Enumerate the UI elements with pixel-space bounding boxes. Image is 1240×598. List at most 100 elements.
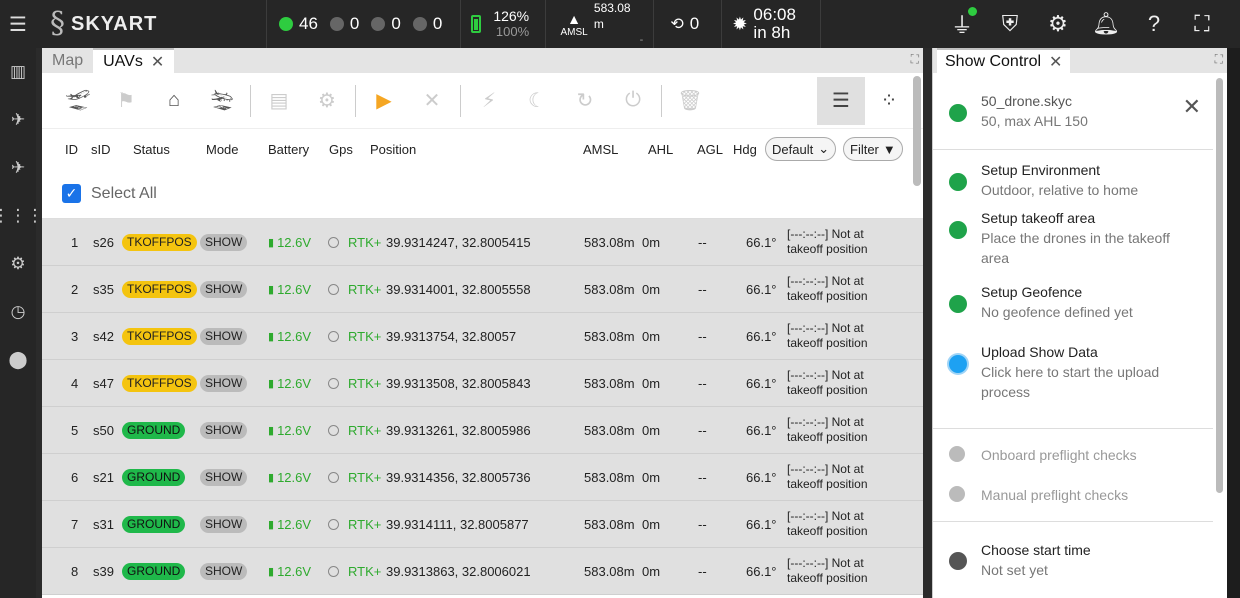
- grid-icon[interactable]: ⋮⋮⋮: [0, 192, 44, 240]
- show-file[interactable]: 50_drone.skyc 50, max AHL 150 ✕: [933, 73, 1213, 149]
- select-all-checkbox[interactable]: ✓: [62, 184, 81, 203]
- map-icon[interactable]: ▥: [0, 48, 36, 96]
- power-icon[interactable]: ⏻: [609, 77, 657, 125]
- land-icon[interactable]: 🛬︎: [198, 77, 246, 125]
- setup-step[interactable]: Setup Geofence No geofence defined yet: [933, 282, 1181, 342]
- help-icon[interactable]: ?: [1130, 0, 1178, 48]
- uav-icon[interactable]: ✈: [0, 96, 36, 144]
- setup-step[interactable]: Setup takeoff area Place the drones in th…: [933, 208, 1181, 282]
- uav-sid: s42: [93, 328, 114, 344]
- flag-icon[interactable]: ⚑: [102, 77, 150, 125]
- setup-step[interactable]: Setup Environment Outdoor, relative to ho…: [933, 160, 1181, 208]
- settings-icon[interactable]: ⚙: [0, 240, 36, 288]
- close-icon[interactable]: ✕: [151, 52, 164, 72]
- battery-icon: ▮: [268, 236, 275, 249]
- tab-map[interactable]: Map: [42, 48, 93, 73]
- table-row[interactable]: 1 s26 TKOFFPOS SHOW ▮ 12.6V RTK+ 39.9314247, 32…: [42, 219, 923, 266]
- col-amsl[interactable]: AMSL: [583, 142, 618, 157]
- table-row[interactable]: 3 s42 TKOFFPOS SHOW ▮ 12.6V RTK+ 39.9313754, 32…: [42, 313, 923, 360]
- uav-heading: 66.1°: [746, 281, 777, 297]
- sleep-icon[interactable]: ☾: [513, 77, 561, 125]
- show-steps: 50_drone.skyc 50, max AHL 150 ✕ Setup En…: [933, 73, 1213, 598]
- col-position[interactable]: Position: [370, 142, 416, 157]
- app-logo: § SKYART: [36, 0, 266, 48]
- col-id[interactable]: ID: [65, 142, 78, 157]
- select-all-row[interactable]: ✓ Select All: [42, 169, 923, 219]
- plane-icon[interactable]: ✈: [0, 144, 36, 192]
- preflight-check[interactable]: Manual preflight checks: [933, 475, 1213, 515]
- delete-icon[interactable]: 🗑︎: [666, 77, 714, 125]
- stop-icon[interactable]: ✕: [408, 77, 456, 125]
- uavs-panel: Map UAVs ✕ ⛶ 🛫︎ ⚑ ⌂ 🛬︎ ▤ ⚙ ▶ ✕ ⚡︎ ☾ ↻ ⏻ 🗑…: [42, 48, 923, 598]
- choose-start-time[interactable]: Choose start time Not set yet: [933, 522, 1213, 580]
- connection-indicator: [968, 7, 977, 16]
- uav-message-line2: takeoff position: [787, 242, 868, 256]
- close-icon[interactable]: ✕: [1049, 52, 1062, 72]
- uav-message-line2: takeoff position: [787, 430, 868, 444]
- toolbar-divider: [460, 84, 461, 117]
- col-sid[interactable]: sID: [91, 142, 111, 157]
- show-panel-scrollbar[interactable]: [1216, 78, 1223, 493]
- clear-show-icon[interactable]: ✕: [1183, 96, 1201, 118]
- col-status[interactable]: Status: [133, 142, 170, 157]
- sort-select[interactable]: Default ⌄: [765, 137, 837, 161]
- gps-icon: [328, 283, 339, 295]
- bell-icon[interactable]: 🔔︎: [1082, 0, 1130, 48]
- shield-icon[interactable]: ⛨: [986, 0, 1034, 48]
- flash-icon[interactable]: ⚡︎: [465, 77, 513, 125]
- preflight-check[interactable]: Onboard preflight checks: [933, 435, 1213, 475]
- battery-icon: ▮: [268, 377, 275, 390]
- reboot-icon[interactable]: ↻: [561, 77, 609, 125]
- play-icon[interactable]: ▶: [360, 77, 408, 125]
- col-battery[interactable]: Battery: [268, 142, 309, 157]
- col-mode[interactable]: Mode: [206, 142, 239, 157]
- setup-step[interactable]: Upload Show Data Click here to start the …: [933, 342, 1181, 422]
- step-title: Setup Environment: [981, 162, 1101, 178]
- table-row[interactable]: 8 s39 GROUND SHOW ▮ 12.6V RTK+ 39.9313863, 32.8…: [42, 548, 923, 595]
- menu-icon[interactable]: ☰: [0, 0, 36, 48]
- logo-mark-icon: §: [50, 6, 65, 41]
- tab-uavs[interactable]: UAVs ✕: [93, 48, 175, 73]
- table-row[interactable]: 4 s47 TKOFFPOS SHOW ▮ 12.6V RTK+ 39.9313508, 32…: [42, 360, 923, 407]
- uav-status-counts[interactable]: 46 0 0 0: [266, 0, 460, 48]
- uav-agl: --: [698, 516, 707, 532]
- gear-icon[interactable]: ⚙: [303, 77, 351, 125]
- rtk-status[interactable]: ⟲ 0: [653, 0, 721, 48]
- sunrise-clock[interactable]: ✹ 06:08 in 8h: [721, 0, 822, 48]
- clock-icon[interactable]: ◷: [0, 288, 36, 336]
- uav-id: 8: [71, 563, 79, 579]
- table-row[interactable]: 2 s35 TKOFFPOS SHOW ▮ 12.6V RTK+ 39.9314001, 32…: [42, 266, 923, 313]
- table-row[interactable]: 7 s31 GROUND SHOW ▮ 12.6V RTK+ 39.9314111, 32.8…: [42, 501, 923, 548]
- altitude-reference[interactable]: ▲ AMSL 583.08 m -: [545, 0, 653, 48]
- col-hdg[interactable]: Hdg: [733, 142, 757, 157]
- gps-icon: [328, 236, 339, 248]
- list-view-icon[interactable]: ☰: [817, 76, 865, 125]
- uav-ahl: 0m: [642, 422, 661, 438]
- count-offline: 0: [432, 14, 443, 33]
- battery-summary[interactable]: 126% 100%: [460, 0, 545, 48]
- rtk-count: 0: [689, 14, 700, 33]
- home-icon[interactable]: ⌂: [150, 77, 198, 125]
- status-badge: TKOFFPOS: [122, 374, 197, 392]
- location-icon[interactable]: ⬤: [0, 336, 36, 384]
- col-gps[interactable]: Gps: [329, 142, 353, 157]
- toolbar-divider: [355, 84, 356, 117]
- plug-icon[interactable]: ⏚: [938, 0, 986, 48]
- tab-show-control[interactable]: Show Control ✕: [937, 48, 1071, 73]
- table-row[interactable]: 6 s21 GROUND SHOW ▮ 12.6V RTK+ 39.9314356, 32.8…: [42, 454, 923, 501]
- maximize-icon[interactable]: ⛶: [1215, 52, 1223, 67]
- battery-icon: ▮: [268, 283, 275, 296]
- uav-message-line1: [---:--:--] Not at: [787, 321, 864, 335]
- col-ahl[interactable]: AHL: [648, 142, 673, 157]
- settings-gear-icon[interactable]: ⚙: [1034, 0, 1082, 48]
- filter-button[interactable]: Filter ▼: [843, 137, 903, 161]
- gps-icon: [328, 424, 339, 436]
- takeoff-icon[interactable]: 🛫︎: [54, 77, 102, 125]
- maximize-icon[interactable]: ⛶: [911, 52, 919, 67]
- col-agl[interactable]: AGL: [697, 142, 723, 157]
- grid-view-icon[interactable]: ⁘: [865, 77, 913, 125]
- table-row[interactable]: 5 s50 GROUND SHOW ▮ 12.6V RTK+ 39.9313261, 32.8…: [42, 407, 923, 454]
- fullscreen-icon[interactable]: ⛶: [1178, 0, 1226, 48]
- uav-list-scrollbar[interactable]: [913, 76, 921, 186]
- clipboard-icon[interactable]: ▤: [255, 77, 303, 125]
